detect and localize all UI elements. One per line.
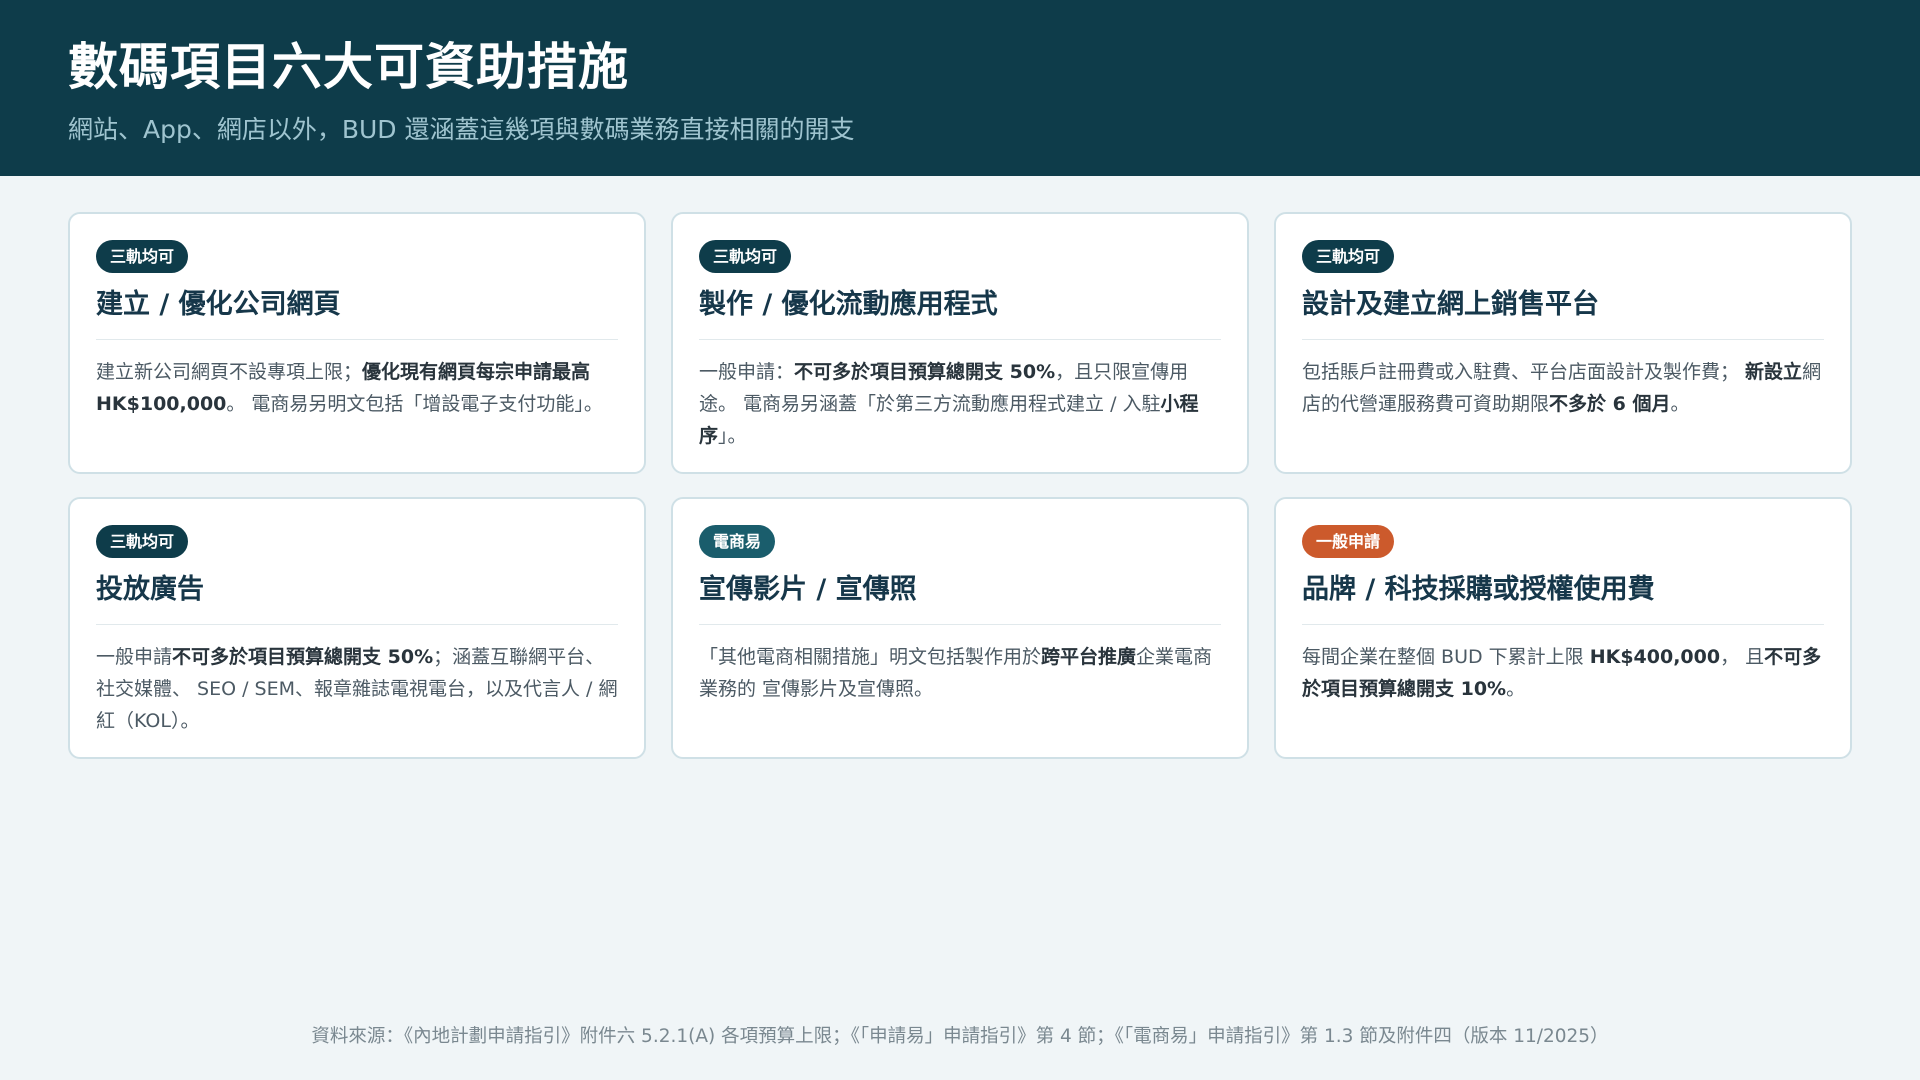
track-badge: 三軌均可 xyxy=(96,525,189,558)
source-note: 資料來源：《內地計劃申請指引》附件六 5.2.1(A) 各項預算上限；《「申請易… xyxy=(311,1026,1609,1047)
track-badge: 電商易 xyxy=(699,525,776,558)
body-text: 。 xyxy=(1506,678,1526,700)
card-title: 投放廣告 xyxy=(96,570,618,625)
body-text: 每間企業在整個 BUD 下累計上限 xyxy=(1302,646,1590,668)
card-description: 「其他電商相關措施」明文包括製作用於跨平台推廣企業電商業務的 宣傳影片及宣傳照。 xyxy=(699,641,1221,705)
body-text: 一般申請： xyxy=(699,361,795,383)
card-description: 包括賬戶註冊費或入駐費、平台店面設計及製作費； 新設立網店的代營運服務費可資助期… xyxy=(1302,356,1824,420)
card-description: 一般申請：不可多於項目預算總開支 50%，且只限宣傳用途。 電商易另涵蓋「於第三… xyxy=(699,356,1221,452)
measures-grid: 三軌均可 建立 / 優化公司網頁 建立新公司網頁不設專項上限；優化現有網頁每宗申… xyxy=(68,212,1852,759)
body-text: 。 電商易另明文包括「增設電子支付功能」。 xyxy=(226,393,603,415)
card-description: 建立新公司網頁不設專項上限；優化現有網頁每宗申請最高 HK$100,000。 電… xyxy=(96,356,618,420)
card-company-website: 三軌均可 建立 / 優化公司網頁 建立新公司網頁不設專項上限；優化現有網頁每宗申… xyxy=(68,212,646,474)
emphasis-text: HK$400,000 xyxy=(1589,646,1721,668)
emphasis-text: 跨平台推廣 xyxy=(1041,646,1137,668)
body-text: 一般申請 xyxy=(96,646,173,668)
header-banner: 數碼項目六大可資助措施 網站、App、網店以外，BUD 還涵蓋這幾項與數碼業務直… xyxy=(0,0,1920,176)
card-title: 設計及建立網上銷售平台 xyxy=(1302,285,1824,340)
card-title: 品牌 / 科技採購或授權使用費 xyxy=(1302,570,1824,625)
card-description: 每間企業在整個 BUD 下累計上限 HK$400,000， 且不可多於項目預算總… xyxy=(1302,641,1824,705)
body-text: ， 且 xyxy=(1720,646,1765,668)
body-text: 建立新公司網頁不設專項上限； xyxy=(96,361,363,383)
emphasis-text: 新設立 xyxy=(1745,361,1803,383)
body-text: 「其他電商相關措施」明文包括製作用於 xyxy=(699,646,1042,668)
card-promo-video-photo: 電商易 宣傳影片 / 宣傳照 「其他電商相關措施」明文包括製作用於跨平台推廣企業… xyxy=(671,497,1249,759)
body-text: 。 xyxy=(1670,393,1690,415)
emphasis-text: 不可多於項目預算總開支 50% xyxy=(172,646,434,668)
card-title: 製作 / 優化流動應用程式 xyxy=(699,285,1221,340)
track-badge: 三軌均可 xyxy=(96,240,189,273)
page-subtitle: 網站、App、網店以外，BUD 還涵蓋這幾項與數碼業務直接相關的開支 xyxy=(68,115,855,144)
track-badge: 三軌均可 xyxy=(699,240,792,273)
card-title: 宣傳影片 / 宣傳照 xyxy=(699,570,1221,625)
track-badge: 一般申請 xyxy=(1302,525,1395,558)
emphasis-text: 不多於 6 個月 xyxy=(1549,393,1671,415)
page-title: 數碼項目六大可資助措施 xyxy=(68,38,629,96)
body-text: 包括賬戶註冊費或入駐費、平台店面設計及製作費； xyxy=(1302,361,1746,383)
body-text: 」。 xyxy=(718,425,747,447)
emphasis-text: 不可多於項目預算總開支 50% xyxy=(794,361,1056,383)
card-mobile-app: 三軌均可 製作 / 優化流動應用程式 一般申請：不可多於項目預算總開支 50%，… xyxy=(671,212,1249,474)
card-title: 建立 / 優化公司網頁 xyxy=(96,285,618,340)
card-online-sales-platform: 三軌均可 設計及建立網上銷售平台 包括賬戶註冊費或入駐費、平台店面設計及製作費；… xyxy=(1274,212,1852,474)
card-brand-tech-licensing: 一般申請 品牌 / 科技採購或授權使用費 每間企業在整個 BUD 下累計上限 H… xyxy=(1274,497,1852,759)
track-badge: 三軌均可 xyxy=(1302,240,1395,273)
card-advertising: 三軌均可 投放廣告 一般申請不可多於項目預算總開支 50%；涵蓋互聯網平台、社交… xyxy=(68,497,646,759)
card-description: 一般申請不可多於項目預算總開支 50%；涵蓋互聯網平台、社交媒體、 SEO / … xyxy=(96,641,618,737)
